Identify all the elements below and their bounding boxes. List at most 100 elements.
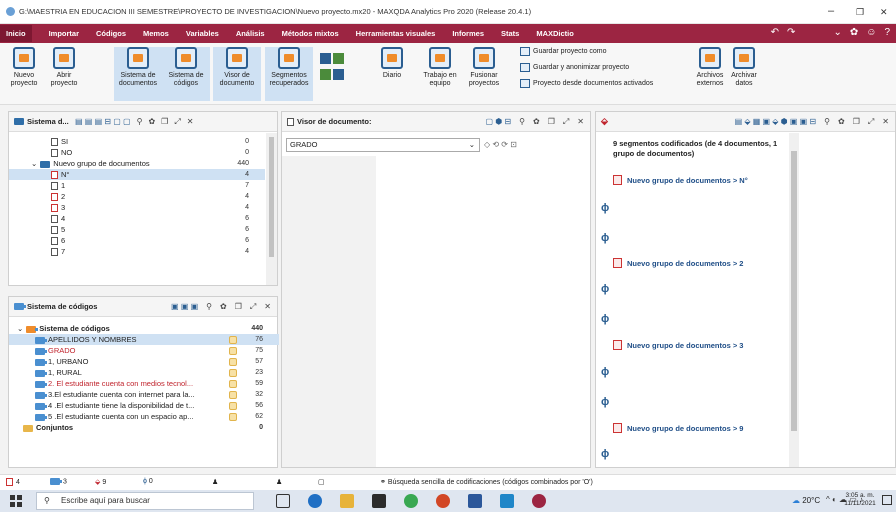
segments-scrollbar[interactable] xyxy=(789,133,799,467)
undock-icon[interactable]: ❐ xyxy=(235,302,242,312)
code-item[interactable]: 3.El estudiante cuenta con internet para… xyxy=(9,389,279,400)
document-viewer-button[interactable]: Visor de documento xyxy=(213,47,261,101)
archive-data-button[interactable]: Archivar datos xyxy=(720,47,768,88)
gear-icon[interactable]: ✿ xyxy=(838,117,845,127)
menu-informes[interactable]: Informes xyxy=(452,29,484,38)
code-marker-icon[interactable]: ϕ xyxy=(601,448,609,460)
retrieved-segments-button[interactable]: Segmentos recuperados xyxy=(265,47,313,101)
close-button[interactable]: ✕ xyxy=(880,7,888,18)
segment-group-header[interactable]: Nuevo grupo de documentos > 2 xyxy=(613,258,788,268)
status-docs[interactable]: 4 xyxy=(6,478,20,486)
gear-icon[interactable]: ✿ xyxy=(220,302,227,312)
taskbar-search-input[interactable]: ⚲ Escribe aquí para buscar xyxy=(36,492,254,510)
close-panel-icon[interactable]: ✕ xyxy=(882,117,889,127)
conjuntos-item[interactable]: Conjuntos 0 xyxy=(9,422,279,433)
minimize-button[interactable]: – xyxy=(828,5,834,17)
outlook-icon[interactable] xyxy=(500,494,514,508)
tree-item[interactable]: SI 0 xyxy=(9,136,265,147)
save-anonymize-button[interactable]: Guardar y anonimizar proyecto xyxy=(520,63,629,72)
code-item[interactable]: GRADO 75 xyxy=(9,345,279,356)
close-panel-icon[interactable]: ✕ xyxy=(577,117,584,127)
menu-inicio[interactable]: Inicio xyxy=(0,25,32,42)
teamwork-button[interactable]: Trabajo en equipo xyxy=(416,47,464,88)
weather[interactable]: ☁ 20°C xyxy=(792,496,820,505)
tree-item[interactable]: ⌄ Nuevo grupo de documentos 440 xyxy=(9,158,265,169)
document-system-button[interactable]: Sistema de documentos xyxy=(114,47,162,101)
code-marker-icon[interactable]: ϕ xyxy=(601,396,609,408)
code-item[interactable]: 2. El estudiante cuenta con medios tecno… xyxy=(9,378,279,389)
tree-item[interactable]: 74 xyxy=(9,246,265,257)
tree-item[interactable]: N° 4 xyxy=(9,169,265,180)
merge-projects-button[interactable]: Fusionar proyectos xyxy=(460,47,508,88)
search-icon[interactable]: ⚲ xyxy=(519,117,525,127)
doc-scrollbar[interactable] xyxy=(266,133,277,285)
user-icon[interactable]: ♟ xyxy=(276,478,282,486)
clock[interactable]: 3:05 a. m. 11/11/2021 xyxy=(840,492,880,508)
restore-button[interactable]: ❐ xyxy=(856,7,864,18)
code-tools-icons[interactable]: ▣ ▣ ▣ xyxy=(171,302,198,312)
save-project-as-button[interactable]: Guardar proyecto como xyxy=(520,47,607,56)
menu-variables[interactable]: Variables xyxy=(186,29,219,38)
help-icon[interactable]: ? xyxy=(884,27,890,38)
viewer-filter-icons[interactable]: ◇ ⟲ ⟳ ⊡ xyxy=(484,140,517,149)
windows-start-icon[interactable] xyxy=(10,495,22,507)
menu-stats[interactable]: Stats xyxy=(501,29,519,38)
maxqda-taskbar-icon[interactable] xyxy=(532,494,546,508)
status-segments[interactable]: ⬙ 9 xyxy=(95,478,106,486)
tree-item[interactable]: 34 xyxy=(9,202,265,213)
status-memos[interactable]: ϕ 0 xyxy=(143,478,153,485)
document-select[interactable]: GRADO ⌄ xyxy=(286,138,480,152)
undock-icon[interactable]: ❐ xyxy=(161,117,168,127)
menu-importar[interactable]: Importar xyxy=(49,29,79,38)
smiley-icon[interactable]: ☺ xyxy=(866,27,876,38)
code-item[interactable]: 4 .El estudiante tiene la disponibilidad… xyxy=(9,400,279,411)
tree-item[interactable]: 56 xyxy=(9,224,265,235)
tree-item[interactable]: 24 xyxy=(9,191,265,202)
segment-group-header[interactable]: Nuevo grupo de documentos > 9 xyxy=(613,423,788,433)
gear-icon[interactable]: ✿ xyxy=(533,117,540,127)
redo-icon[interactable]: ↷ xyxy=(787,27,795,38)
menu-herramientas-visuales[interactable]: Herramientas visuales xyxy=(356,29,436,38)
menu-codigos[interactable]: Códigos xyxy=(96,29,126,38)
close-panel-icon[interactable]: ✕ xyxy=(264,302,271,312)
code-marker-icon[interactable]: ϕ xyxy=(601,313,609,325)
project-from-docs-button[interactable]: Proyecto desde documentos activados xyxy=(520,79,653,88)
word-icon[interactable] xyxy=(468,494,482,508)
grid-layout-icon[interactable] xyxy=(320,53,346,87)
code-marker-icon[interactable]: ϕ xyxy=(601,202,609,214)
code-item[interactable]: 5 .El estudiante cuenta con un espacio a… xyxy=(9,411,279,422)
tree-item[interactable]: 46 xyxy=(9,213,265,224)
store-icon[interactable] xyxy=(372,494,386,508)
doc-tools-icons[interactable]: ▤ ▤ ▤ ⊟ ▢ ▢ xyxy=(75,117,131,127)
code-marker-icon[interactable]: ϕ xyxy=(601,232,609,244)
maximize-icon[interactable]: ⤢ xyxy=(250,302,256,312)
code-system-button[interactable]: Sistema de códigos xyxy=(162,47,210,101)
code-item[interactable]: APELLIDOS Y NOMBRES 76 xyxy=(9,334,279,345)
chevron-down-icon[interactable]: ⌄ xyxy=(833,27,841,38)
tree-item[interactable]: 17 xyxy=(9,180,265,191)
code-root[interactable]: ⌄ Sistema de códigos 440 xyxy=(9,323,279,334)
menu-maxdictio[interactable]: MAXDictio xyxy=(536,29,574,38)
undock-icon[interactable]: ❐ xyxy=(548,117,555,127)
segment-tools-icons[interactable]: ▤ ⬙ ▦ ▣ ⬙ ⬢ ▣ ▣ ⊟ xyxy=(735,117,817,127)
code-item[interactable]: 1, URBANO 57 xyxy=(9,356,279,367)
menu-analisis[interactable]: Análisis xyxy=(236,29,265,38)
menu-metodos-mixtos[interactable]: Métodos mixtos xyxy=(282,29,339,38)
tree-item[interactable]: 66 xyxy=(9,235,265,246)
user-icon[interactable]: ♟ xyxy=(212,478,218,486)
status-codes[interactable]: 3 xyxy=(50,478,67,485)
segment-group-header[interactable]: Nuevo grupo de documentos > N° xyxy=(613,175,788,185)
edge-icon[interactable] xyxy=(308,494,322,508)
document-icon[interactable]: ▢ xyxy=(318,478,325,486)
diary-button[interactable]: Diario xyxy=(374,47,410,80)
settings-icon[interactable]: ✿ xyxy=(850,27,858,38)
undock-icon[interactable]: ❐ xyxy=(853,117,860,127)
status-search-mode[interactable]: ⚭ Búsqueda sencilla de codificaciones (c… xyxy=(380,478,593,486)
task-view-icon[interactable] xyxy=(276,494,290,508)
code-marker-icon[interactable]: ϕ xyxy=(601,366,609,378)
search-icon[interactable]: ⚲ xyxy=(824,117,830,127)
file-explorer-icon[interactable] xyxy=(340,494,354,508)
gear-icon[interactable]: ✿ xyxy=(148,117,155,127)
maximize-icon[interactable]: ⤢ xyxy=(174,117,180,127)
powerpoint-icon[interactable] xyxy=(436,494,450,508)
